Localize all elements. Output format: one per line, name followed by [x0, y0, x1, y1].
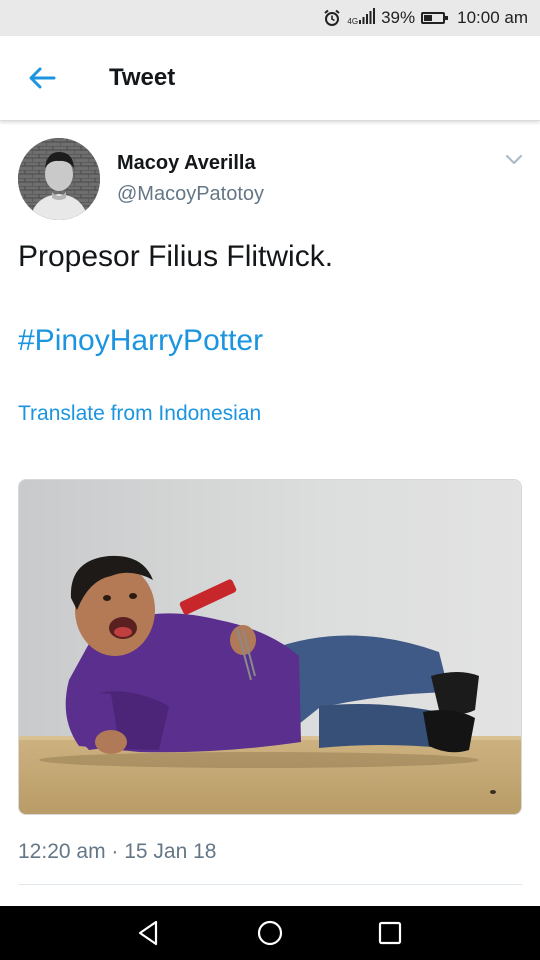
alarm-icon: [323, 9, 341, 27]
signal-icon: [359, 7, 376, 29]
tweet-text: Propesor Filius Flitwick.: [18, 240, 334, 273]
battery-percent: 39%: [381, 8, 416, 27]
battery-icon: [421, 12, 449, 24]
nav-recents-icon: [378, 921, 402, 945]
avatar[interactable]: [18, 138, 100, 220]
nav-back-icon: [138, 920, 158, 946]
author-handle[interactable]: @MacoyPatotoy: [117, 183, 264, 206]
tweet-timestamp: 12:20 am · 15 Jan 18: [18, 840, 217, 863]
nav-back-button[interactable]: [133, 918, 163, 948]
back-button[interactable]: [17, 53, 67, 103]
status-bar: 4G 39% 10:00 am: [0, 0, 540, 36]
divider: [18, 884, 522, 885]
arrow-left-icon: [29, 67, 56, 89]
hashtag-link[interactable]: #PinoyHarryPotter: [18, 324, 263, 358]
network-type-label: 4G: [347, 16, 359, 26]
page-title: Tweet: [109, 64, 176, 91]
tweet-media-photo[interactable]: [18, 479, 522, 815]
author-name[interactable]: Macoy Averilla: [117, 152, 256, 175]
system-nav-bar: [0, 906, 540, 960]
app-header: Tweet: [0, 36, 540, 121]
chevron-down-icon: [506, 155, 522, 164]
tweet-menu-button[interactable]: [500, 148, 528, 172]
network-indicator: 4G: [347, 7, 376, 29]
nav-home-icon: [257, 920, 283, 946]
translate-link[interactable]: Translate from Indonesian: [18, 402, 261, 426]
battery-fill: [424, 15, 432, 21]
clock: 10:00 am: [457, 8, 528, 27]
battery-indicator: [421, 12, 449, 24]
nav-recents-button[interactable]: [375, 918, 405, 948]
nav-home-button[interactable]: [255, 918, 285, 948]
